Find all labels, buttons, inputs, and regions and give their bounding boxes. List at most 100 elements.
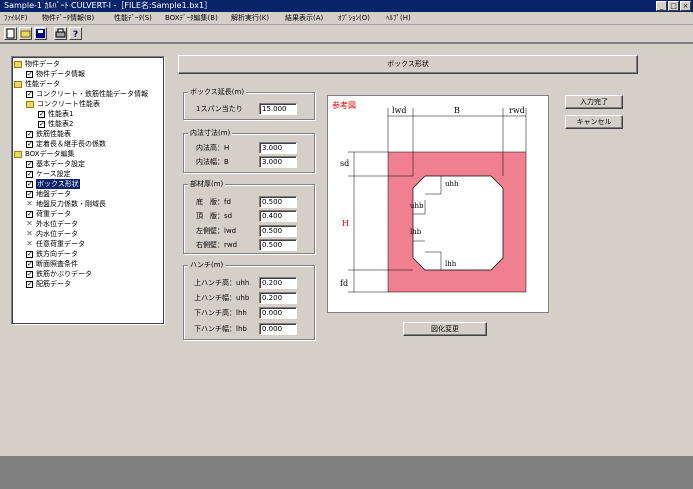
- input-complete-button[interactable]: 入力完了: [565, 95, 623, 109]
- checkbox-icon[interactable]: ✓: [38, 110, 45, 118]
- inner-height-input[interactable]: 3.000: [259, 142, 297, 154]
- lhb-label: 下ハンチ幅：lhb: [194, 325, 247, 333]
- lhh-input[interactable]: 0.000: [259, 307, 297, 319]
- tree-node[interactable]: ✓ 鉄筋かぶりデータ: [26, 269, 92, 279]
- navigation-tree[interactable]: 物件データ ✓ 物件データ情報 性能データ ✓ コンクリート・鉄筋性能データ情報 コ…: [11, 56, 165, 325]
- tree-node[interactable]: 物件データ: [14, 59, 60, 69]
- menu-analysis[interactable]: 解析実行(K): [231, 13, 269, 24]
- tree-node[interactable]: 性能データ: [14, 79, 60, 89]
- checkbox-icon[interactable]: ✓: [26, 270, 33, 278]
- sd-input[interactable]: 0.400: [259, 210, 297, 222]
- checkbox-icon[interactable]: ✓: [26, 280, 33, 288]
- menu-bar: ﾌｧｲﾙ(F) 物件ﾃﾞｰﾀ情報(B) 性能ﾃﾞｰﾀ(S) BOXﾃﾞｰﾀ編集(…: [0, 12, 693, 25]
- help-icon[interactable]: ?: [69, 27, 82, 40]
- tree-node[interactable]: ✓ 配筋データ: [26, 279, 71, 289]
- tree-node[interactable]: ✕ 任意荷重データ: [26, 239, 85, 249]
- cross-icon: ✕: [26, 219, 33, 228]
- ref-fd-label: fd: [340, 279, 348, 288]
- open-folder-icon[interactable]: [19, 27, 32, 40]
- tree-node[interactable]: ✓ コンクリート・鉄筋性能データ情報: [26, 89, 148, 99]
- tree-node-selected[interactable]: ✓ ボックス形状: [26, 179, 80, 189]
- ref-b-label: B: [454, 106, 460, 115]
- checkbox-icon[interactable]: ✓: [26, 140, 33, 148]
- lhb-input[interactable]: 0.000: [259, 323, 297, 335]
- inner-width-input[interactable]: 3.000: [259, 156, 297, 168]
- tree-node[interactable]: ✓ 鉄筋性能表: [26, 129, 71, 139]
- tree-node[interactable]: ✕ 外水位データ: [26, 219, 78, 229]
- tree-node[interactable]: ✕ 内水位データ: [26, 229, 78, 239]
- menu-options[interactable]: ｵﾌﾟｼｮﾝ(O): [338, 13, 370, 24]
- checkbox-icon[interactable]: ✓: [26, 260, 33, 268]
- maximize-button[interactable]: □: [668, 1, 679, 11]
- checkbox-icon[interactable]: ✓: [26, 90, 33, 98]
- box-culvert-diagram: 参考図 lwd B rwd sd H fd uhh uhb lhb lhh: [332, 100, 527, 293]
- span-length-input[interactable]: 15.000: [259, 103, 297, 115]
- tree-node[interactable]: ✓ 鉄方向データ: [26, 249, 78, 259]
- menu-box-edit[interactable]: BOXﾃﾞｰﾀ編集(B): [165, 13, 218, 24]
- thickness-group: 部材厚(m) 底 版：fd 0.500 頂 版：sd 0.400 左側壁：lwd…: [183, 179, 315, 254]
- tree-node[interactable]: ✕ 地盤反力係数・剛域長: [26, 199, 106, 209]
- span-label: 1スパン当たり: [196, 105, 243, 113]
- fd-label: 底 版：fd: [196, 198, 231, 206]
- menu-performance[interactable]: 性能ﾃﾞｰﾀ(S): [114, 13, 152, 24]
- tree-node[interactable]: ✓ ケース設定: [26, 169, 71, 179]
- svg-text:?: ?: [73, 30, 78, 39]
- inner-group-title: 内法寸法(m): [188, 128, 233, 138]
- menu-help[interactable]: ﾍﾙﾌﾟ(H): [386, 13, 411, 24]
- tree-node[interactable]: ✓ 基本データ設定: [26, 159, 85, 169]
- span-group-title: ボックス延長(m): [188, 87, 247, 97]
- print-icon[interactable]: [54, 27, 67, 40]
- tree-node[interactable]: ✓ 地盤データ: [26, 189, 71, 199]
- tree-node[interactable]: ✓ 定着長＆継手長の係数: [26, 139, 106, 149]
- checkbox-icon[interactable]: ✓: [26, 130, 33, 138]
- checkbox-icon[interactable]: ✓: [26, 180, 33, 188]
- ref-h-label: H: [342, 219, 349, 228]
- checkbox-icon[interactable]: ✓: [26, 250, 33, 258]
- cancel-button[interactable]: キャンセル: [565, 115, 623, 129]
- fd-input[interactable]: 0.500: [259, 196, 297, 208]
- folder-icon: [14, 60, 22, 68]
- checkbox-icon[interactable]: ✓: [26, 170, 33, 178]
- folder-icon: [26, 100, 34, 108]
- tree-node[interactable]: BOXデータ編集: [14, 149, 75, 159]
- toolbar: ?: [0, 25, 693, 43]
- tree-node[interactable]: ✓ 性能表2: [38, 119, 73, 129]
- uhh-input[interactable]: 0.200: [259, 277, 297, 289]
- ref-uhh-label: uhh: [445, 180, 459, 188]
- redraw-button[interactable]: 図化変更: [403, 322, 487, 336]
- checkbox-icon[interactable]: ✓: [26, 160, 33, 168]
- checkbox-icon[interactable]: ✓: [26, 70, 33, 78]
- lwd-input[interactable]: 0.500: [259, 225, 297, 237]
- folder-icon: [14, 150, 22, 158]
- tree-node[interactable]: ✓ 性能表1: [38, 109, 73, 119]
- lhh-label: 下ハンチ高：lhh: [194, 309, 247, 317]
- tree-node[interactable]: ✓ 荷重データ: [26, 209, 71, 219]
- sd-label: 頂 版：sd: [196, 212, 233, 220]
- panel-title: ボックス形状: [178, 55, 638, 74]
- save-icon[interactable]: [34, 27, 47, 40]
- checkbox-icon[interactable]: ✓: [26, 190, 33, 198]
- title-bar: Sample-1 ｶﾙﾊﾞｰﾄ CULVERT-Ⅰ -［FILE名:Sample…: [0, 0, 693, 12]
- tree-node[interactable]: ✓ 断面照査条件: [26, 259, 78, 269]
- rwd-input[interactable]: 0.500: [259, 239, 297, 251]
- menu-results[interactable]: 結果表示(A): [285, 13, 323, 24]
- ref-title: 参考図: [332, 100, 356, 110]
- checkbox-icon[interactable]: ✓: [38, 120, 45, 128]
- folder-icon: [14, 80, 22, 88]
- checkbox-icon[interactable]: ✓: [26, 210, 33, 218]
- close-button[interactable]: ×: [680, 1, 691, 11]
- ref-lhb-label: lhb: [410, 228, 422, 236]
- menu-file[interactable]: ﾌｧｲﾙ(F): [4, 13, 28, 24]
- uhb-input[interactable]: 0.200: [259, 292, 297, 304]
- ref-rwd-label: rwd: [509, 106, 525, 115]
- uhb-label: 上ハンチ幅：uhb: [194, 294, 250, 302]
- tree-node[interactable]: ✓ 物件データ情報: [26, 69, 85, 79]
- new-file-icon[interactable]: [4, 27, 17, 40]
- menu-property[interactable]: 物件ﾃﾞｰﾀ情報(B): [42, 13, 94, 24]
- minimize-button[interactable]: _: [656, 1, 667, 11]
- inner-opening-shape: [412, 175, 504, 271]
- haunch-group: ハンチ(m) 上ハンチ高：uhh 0.200 上ハンチ幅：uhb 0.200 下…: [183, 260, 315, 340]
- tree-node[interactable]: コンクリート性能表: [26, 99, 100, 109]
- span-group: ボックス延長(m) 1スパン当たり 15.000: [183, 87, 315, 120]
- haunch-group-title: ハンチ(m): [188, 260, 226, 270]
